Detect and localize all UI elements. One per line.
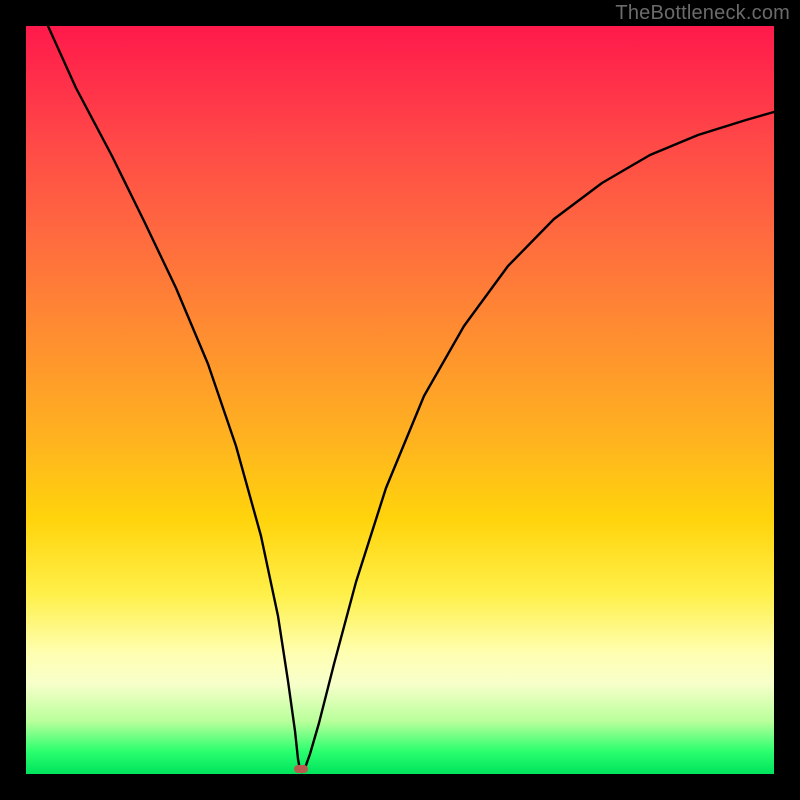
plot-area	[26, 26, 774, 774]
bottleneck-curve	[48, 26, 774, 772]
chart-frame: TheBottleneck.com	[0, 0, 800, 800]
curve-svg	[26, 26, 774, 774]
min-marker	[294, 765, 308, 773]
watermark-label: TheBottleneck.com	[615, 2, 790, 25]
